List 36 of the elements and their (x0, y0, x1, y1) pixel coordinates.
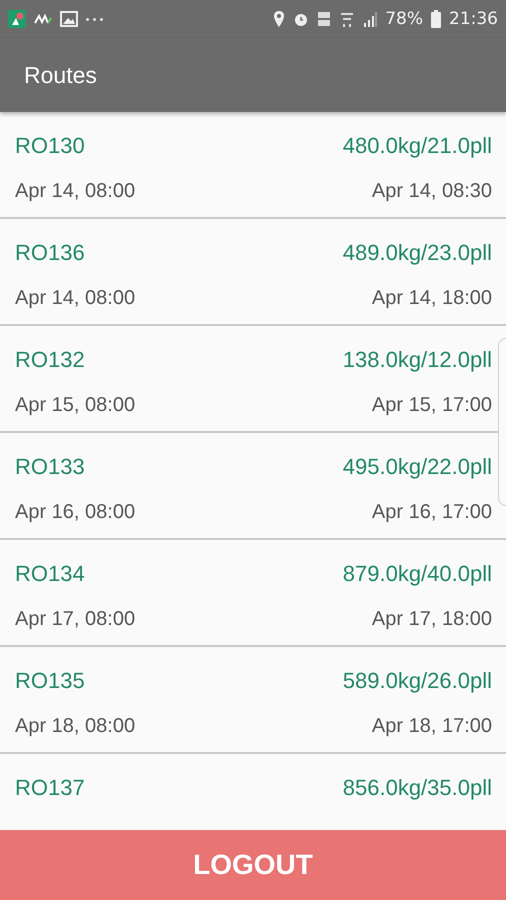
route-code: RO136 (15, 240, 85, 266)
logout-button[interactable]: LOGOUT (0, 830, 506, 900)
start-time: Apr 14, 08:00 (15, 286, 136, 310)
end-time: Apr 14, 08:30 (372, 180, 492, 202)
image-icon (60, 10, 78, 28)
start-time: Apr 15, 08:00 (15, 394, 136, 416)
route-load: 495.0kg/22.0pll (342, 454, 492, 480)
end-time: Apr 16, 17:00 (372, 500, 492, 524)
route-load: 489.0kg/23.0pll (342, 240, 492, 266)
end-time: Apr 18, 17:00 (372, 714, 492, 738)
start-time: Apr 16, 08:00 (15, 500, 136, 524)
clock: 21:36 (449, 9, 498, 29)
route-load: 879.0kg/40.0pll (342, 561, 492, 587)
route-load: 480.0kg/21.0pll (342, 133, 492, 159)
battery-icon (431, 10, 441, 28)
route-code: RO133 (15, 454, 85, 480)
end-time: Apr 17, 18:00 (372, 608, 492, 630)
route-load: 138.0kg/12.0pll (342, 347, 492, 373)
start-time: Apr 14, 08:00 (15, 180, 136, 202)
signal-icon (363, 10, 378, 28)
end-time: Apr 15, 17:00 (372, 394, 492, 416)
battery-percentage: 78% (385, 9, 423, 29)
route-load: 589.0kg/26.0pll (342, 668, 492, 694)
app-icon (8, 10, 26, 28)
route-code: RO137 (15, 775, 85, 801)
route-code: RO130 (15, 133, 85, 159)
start-time: Apr 17, 08:00 (15, 608, 136, 630)
route-load: 856.0kg/35.0pll (342, 775, 492, 801)
more-icon (86, 18, 103, 20)
route-code: RO135 (15, 668, 85, 694)
location-icon (273, 10, 286, 28)
route-code: RO134 (15, 561, 85, 587)
start-time: Apr 18, 08:00 (15, 714, 136, 738)
route-code: RO132 (15, 347, 85, 373)
end-time: Apr 14, 18:00 (372, 286, 492, 310)
screen-title: Routes (24, 62, 97, 88)
